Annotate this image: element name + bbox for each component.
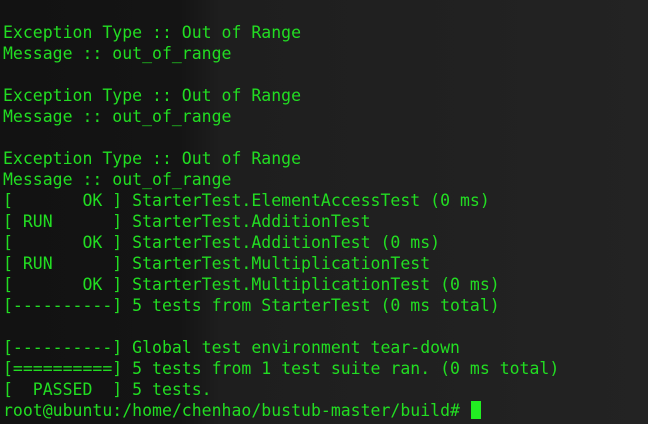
output-line: Message :: out_of_range xyxy=(3,44,232,63)
test-result-line: [ OK ] StarterTest.AdditionTest (0 ms) xyxy=(3,233,441,252)
test-result-line: [ OK ] StarterTest.ElementAccessTest (0 … xyxy=(3,191,490,210)
output-line: Message :: out_of_range xyxy=(3,107,232,126)
terminal-window[interactable]: Exception Type :: Out of Range Message :… xyxy=(0,0,648,424)
text-cursor[interactable] xyxy=(470,401,481,419)
test-result-line: [ RUN ] StarterTest.MultiplicationTest xyxy=(3,254,431,273)
output-line: Exception Type :: Out of Range xyxy=(3,86,302,105)
test-summary-line: [----------] Global test environment tea… xyxy=(3,338,460,357)
shell-prompt: root@ubuntu:/home/chenhao/bustub-master/… xyxy=(3,401,470,420)
test-summary-line: [==========] 5 tests from 1 test suite r… xyxy=(3,359,560,378)
test-result-line: [ RUN ] StarterTest.AdditionTest xyxy=(3,212,371,231)
test-result-line: [ OK ] StarterTest.MultiplicationTest (0… xyxy=(3,275,500,294)
test-summary-line: [----------] 5 tests from StarterTest (0… xyxy=(3,296,500,315)
output-line: Exception Type :: Out of Range xyxy=(3,149,302,168)
output-line: Exception Type :: Out of Range xyxy=(3,23,302,42)
terminal-output: Exception Type :: Out of Range Message :… xyxy=(3,22,648,421)
output-line: Message :: out_of_range xyxy=(3,170,232,189)
test-passed-line: [ PASSED ] 5 tests. xyxy=(3,380,212,399)
prompt-line[interactable]: root@ubuntu:/home/chenhao/bustub-master/… xyxy=(3,400,648,421)
